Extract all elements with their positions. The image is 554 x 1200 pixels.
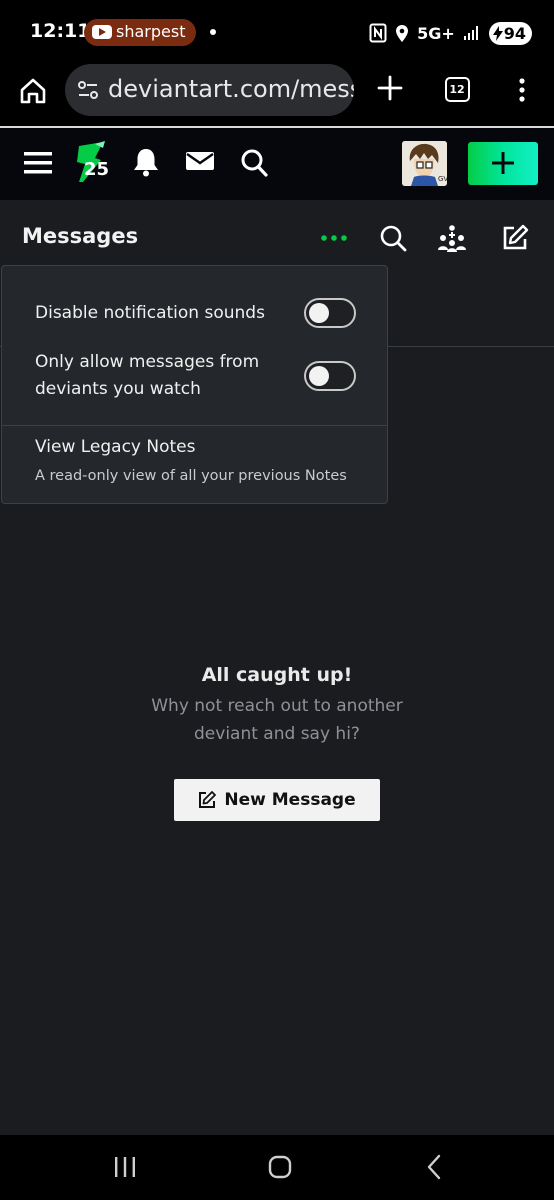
nfc-icon	[369, 23, 387, 43]
toggle-knob	[309, 303, 329, 323]
battery-indicator: 94	[488, 21, 532, 45]
page: 12:11 sharpest 5G+ 94 deviantart.com/mes…	[0, 0, 554, 1200]
page-title: Messages	[22, 224, 139, 248]
hamburger-menu-icon[interactable]	[24, 150, 52, 176]
search-messages-icon[interactable]	[379, 224, 407, 252]
charging-bolt-icon	[492, 25, 503, 41]
browser-menu-icon[interactable]	[511, 76, 533, 104]
empty-state-subtitle: Why not reach out to another deviant and…	[151, 696, 403, 744]
url-text: deviantart.com/messa	[108, 75, 354, 103]
more-options-icon[interactable]	[320, 234, 348, 242]
toggle-knob	[309, 366, 329, 386]
legacy-notes-link[interactable]: View Legacy Notes	[35, 437, 196, 457]
site-settings-icon[interactable]	[77, 79, 99, 101]
plus-icon	[492, 152, 514, 174]
disable-sounds-label: Disable notification sounds	[35, 303, 265, 323]
tab-switcher-button[interactable]: 12	[445, 77, 470, 102]
notification-dot-icon	[210, 29, 216, 35]
address-bar[interactable]: deviantart.com/messa	[65, 64, 354, 116]
new-message-button[interactable]: New Message	[174, 779, 380, 821]
disable-sounds-toggle[interactable]	[304, 298, 356, 328]
user-avatar[interactable]: GV	[402, 141, 447, 186]
status-time: 12:11	[30, 20, 91, 42]
recents-icon[interactable]	[114, 1156, 136, 1178]
group-chat-icon[interactable]	[437, 224, 467, 252]
legacy-notes-description: A read-only view of all your previous No…	[35, 468, 347, 484]
empty-state-title: All caught up!	[201, 664, 353, 686]
mail-icon[interactable]	[186, 150, 214, 172]
network-type: 5G+	[417, 23, 455, 43]
tab-count: 12	[449, 83, 465, 96]
only-watch-toggle[interactable]	[304, 361, 356, 391]
compose-icon[interactable]	[501, 224, 529, 252]
only-watch-label-line1: Only allow messages from	[35, 352, 260, 372]
submit-deviation-button[interactable]	[468, 142, 538, 185]
new-message-label: New Message	[224, 790, 356, 810]
home-nav-icon[interactable]	[268, 1155, 292, 1179]
status-right: 5G+ 94	[369, 19, 532, 47]
site-header: 25 GV	[0, 128, 554, 200]
only-watch-label-line2: deviants you watch	[35, 379, 201, 399]
popover-divider	[2, 425, 387, 426]
notification-pill[interactable]: sharpest	[84, 19, 196, 46]
compose-icon	[199, 791, 217, 808]
status-bar: 12:11 sharpest 5G+ 94	[0, 0, 554, 64]
back-icon[interactable]	[425, 1154, 443, 1180]
search-icon[interactable]	[240, 148, 268, 178]
new-tab-icon[interactable]	[376, 74, 404, 102]
options-popover: Disable notification sounds Only allow m…	[1, 265, 388, 504]
youtube-icon	[92, 25, 112, 39]
svg-text:GV: GV	[438, 175, 447, 183]
deviantart-logo[interactable]: 25	[73, 138, 113, 188]
home-icon[interactable]	[18, 76, 48, 106]
bell-icon[interactable]	[132, 147, 160, 177]
browser-toolbar: deviantart.com/messa 12	[0, 64, 554, 126]
battery-level: 94	[503, 23, 526, 43]
system-nav-bar	[0, 1135, 554, 1200]
logo-anniversary-badge: 25	[84, 159, 110, 180]
signal-icon	[463, 26, 478, 40]
notification-app-name: sharpest	[116, 22, 186, 41]
location-icon	[396, 24, 409, 42]
avatar-image: GV	[402, 141, 447, 186]
